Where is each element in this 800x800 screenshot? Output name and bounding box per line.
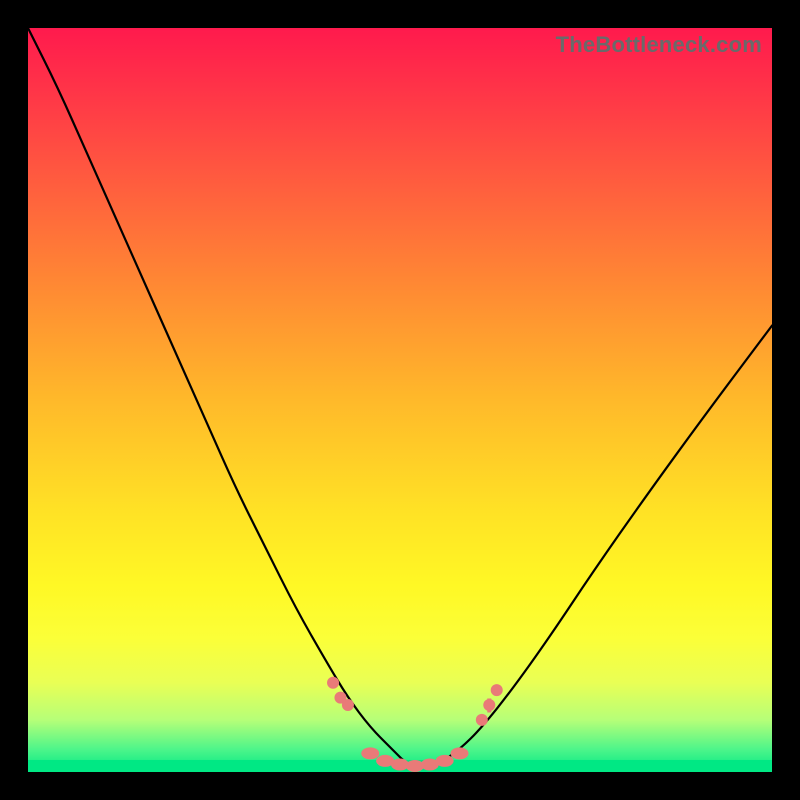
watermark-text: TheBottleneck.com <box>556 32 762 58</box>
chart-frame: TheBottleneck.com <box>28 28 772 772</box>
curve-markers <box>327 677 503 772</box>
bottleneck-curve <box>28 28 772 767</box>
bottleneck-plot <box>28 28 772 772</box>
